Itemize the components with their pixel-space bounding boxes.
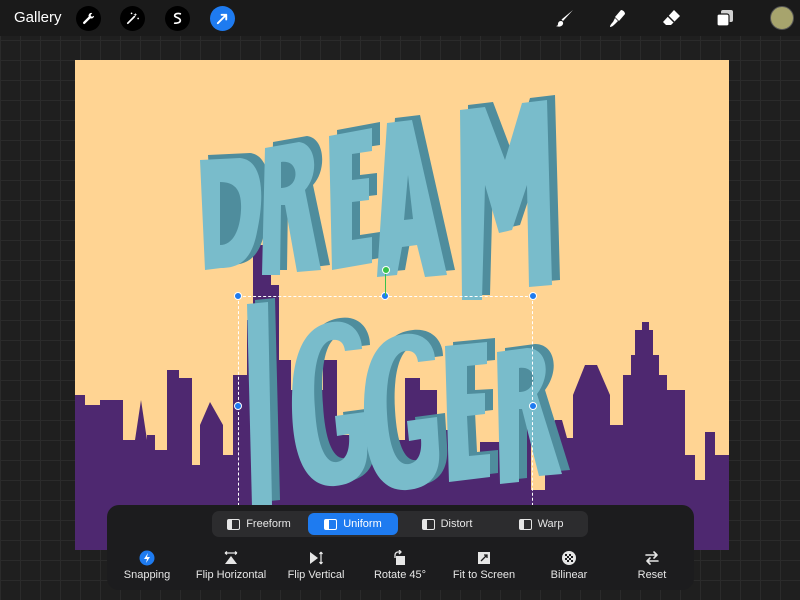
gallery-button[interactable]: Gallery [14,9,62,26]
top-toolbar: Gallery [0,0,800,36]
snapping-button[interactable]: Snapping [117,550,177,584]
fit-to-screen-button[interactable]: Fit to Screen [447,550,521,584]
handle-top-right[interactable] [529,292,537,300]
bilinear-icon [561,550,577,566]
color-swatch[interactable] [770,6,794,30]
mode-distort[interactable]: Distort [402,513,492,535]
transform-panel: Freeform Uniform Distort Warp Snapping F… [107,505,694,590]
flip-vertical-button[interactable]: Flip Vertical [281,550,351,584]
transform-arrow-icon[interactable] [210,6,235,31]
eraser-icon[interactable] [658,5,684,31]
selection-icon[interactable] [165,6,190,31]
transform-bounding-box[interactable] [238,296,533,526]
handle-middle-right[interactable] [529,402,537,410]
reset-button[interactable]: Reset [627,550,677,584]
snapping-icon [139,550,155,566]
rotate-45-button[interactable]: Rotate 45° [365,550,435,584]
reset-icon [644,550,660,566]
handle-middle-left[interactable] [234,402,242,410]
freeform-icon [227,518,241,530]
flip-vertical-icon [308,550,324,566]
warp-icon [518,518,532,530]
mode-freeform[interactable]: Freeform [214,513,304,535]
layers-icon[interactable] [712,5,738,31]
rotation-stem [385,272,386,296]
magic-wand-icon[interactable] [120,6,145,31]
wrench-icon[interactable] [76,6,101,31]
rotate-icon [392,550,408,566]
mode-label: Uniform [343,518,382,530]
distort-icon [421,518,435,530]
transform-mode-selector: Freeform Uniform Distort Warp [212,511,588,537]
smudge-icon[interactable] [605,5,631,31]
flip-horizontal-icon [223,550,239,566]
bilinear-button[interactable]: Bilinear [537,550,601,584]
uniform-icon [324,518,338,530]
brush-icon[interactable] [552,5,578,31]
rotation-handle[interactable] [382,266,390,274]
mode-uniform[interactable]: Uniform [308,513,398,535]
mode-warp[interactable]: Warp [496,513,586,535]
fit-to-screen-icon [476,550,492,566]
mode-label: Distort [440,518,473,530]
handle-top-left[interactable] [234,292,242,300]
flip-horizontal-button[interactable]: Flip Horizontal [191,550,271,584]
mode-label: Warp [537,518,564,530]
mode-label: Freeform [246,518,291,530]
